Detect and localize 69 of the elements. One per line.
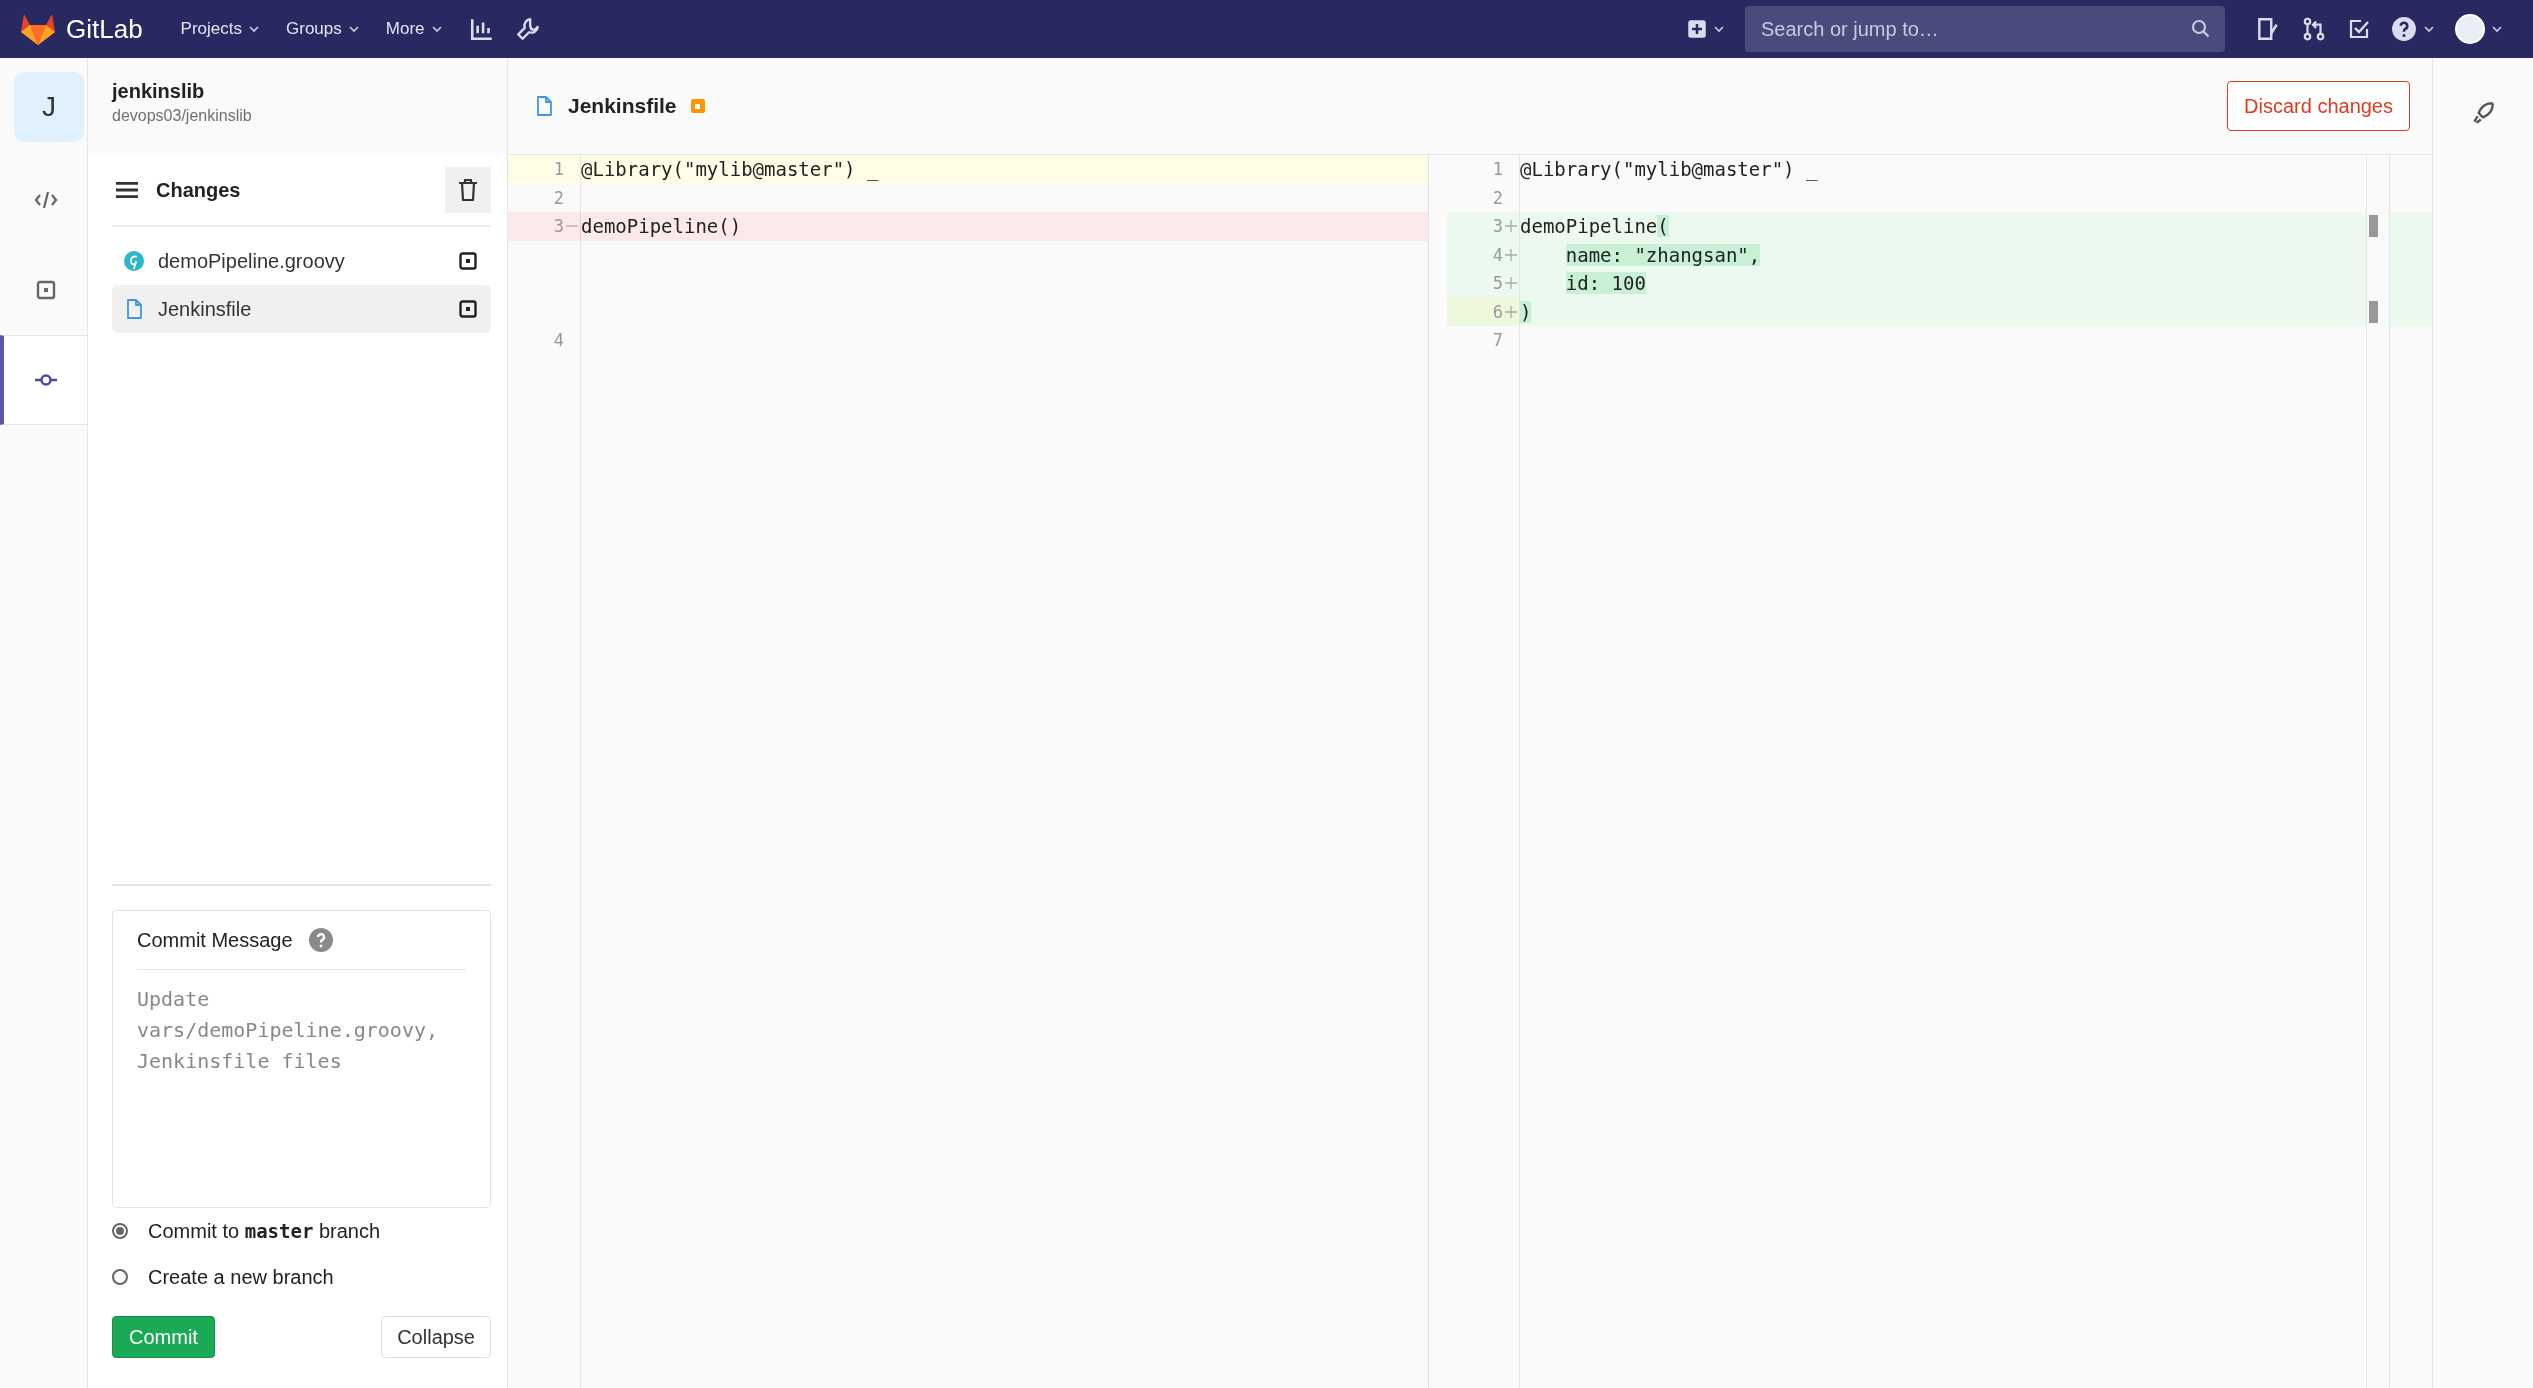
change-marker <box>2369 215 2378 237</box>
line-number: 4 <box>553 330 564 351</box>
line-number: 7 <box>1492 330 1503 351</box>
file-item[interactable]: demoPipeline.groovy <box>112 237 491 285</box>
code-line: demoPipeline( <box>1520 215 1669 238</box>
commit-message-field[interactable]: Update vars/demoPipeline.groovy, Jenkinsfile files <box>137 970 466 1207</box>
caret-icon <box>1713 23 1725 35</box>
nav-menu[interactable]: Projects <box>170 11 271 47</box>
project-name[interactable]: jenkinslib <box>112 80 507 103</box>
panel-title: Changes <box>156 178 242 202</box>
project-path: devops03/jenkinslib <box>112 107 253 125</box>
change-marker <box>2369 300 2378 323</box>
plus-icon <box>1505 305 1517 318</box>
line-number: 3 <box>1492 216 1503 237</box>
caret-icon <box>2423 23 2435 35</box>
line-number: 6 <box>1492 301 1503 322</box>
radio-label[interactable]: Commit to master branch <box>148 1219 381 1243</box>
plus-icon <box>1505 277 1517 290</box>
avatar <box>2455 14 2485 44</box>
document-pencil-icon <box>2255 16 2281 42</box>
file-title: Jenkinsfile <box>568 94 677 118</box>
line-number: 1 <box>1492 159 1503 180</box>
commit-message-box[interactable]: Commit Message Update vars/demoPipeline.groovy, Jenkinsfile files <box>112 910 491 1208</box>
help-icon[interactable] <box>308 928 333 952</box>
search-input[interactable]: Search or jump to… <box>1759 16 2191 42</box>
trash-icon <box>458 179 478 201</box>
help-icon <box>2391 16 2417 42</box>
plus-icon <box>1505 248 1517 261</box>
logo-icon[interactable] <box>20 12 56 46</box>
line-number: 2 <box>553 187 564 208</box>
radio-label[interactable]: Create a new branch <box>148 1265 334 1289</box>
nav-menu[interactable]: More <box>375 11 453 47</box>
code-line: @Library("mylib@master") _ <box>1520 158 1818 181</box>
discard-all-button[interactable] <box>445 167 491 213</box>
line-number: 1 <box>553 159 564 180</box>
chart-icon <box>468 16 495 42</box>
radio-button[interactable] <box>112 1269 128 1285</box>
caret-icon <box>2491 23 2503 35</box>
search-icon <box>2191 19 2211 39</box>
caret-icon <box>347 23 360 35</box>
file-icon <box>534 96 554 116</box>
code-line: @Library("mylib@master") _ <box>581 158 879 181</box>
merge-request-icon <box>2301 16 2327 42</box>
unstage-icon[interactable] <box>459 252 477 270</box>
code-line: demoPipeline() <box>581 215 742 238</box>
caret-icon <box>430 23 443 35</box>
caret-icon <box>248 23 261 35</box>
file-icon <box>124 299 144 319</box>
field-label: Commit Message <box>137 928 293 952</box>
menu-icon[interactable] <box>116 181 138 199</box>
brand-name[interactable]: GitLab <box>66 13 143 45</box>
collapse-button[interactable]: Collapse <box>381 1316 491 1358</box>
unstage-icon[interactable] <box>459 300 477 318</box>
plus-icon <box>1505 220 1517 233</box>
groovy-icon <box>124 251 144 271</box>
discard-button[interactable]: Discard changes <box>2227 81 2410 131</box>
project-avatar[interactable]: J <box>14 72 84 142</box>
line-number: 4 <box>1492 244 1503 265</box>
plus-square-icon <box>1687 19 1707 39</box>
file-item[interactable]: Jenkinsfile <box>112 285 491 333</box>
checkbox-icon <box>2347 17 2371 41</box>
line-number: 3 <box>553 216 564 237</box>
wrench-icon <box>514 16 541 42</box>
line-number: 2 <box>1492 187 1503 208</box>
sidebar-tab[interactable] <box>0 335 87 425</box>
search-field[interactable]: Search or jump to… <box>1745 6 2225 52</box>
radio-button[interactable] <box>112 1223 128 1239</box>
nav-menu[interactable]: Groups <box>276 11 370 47</box>
line-number: 5 <box>1492 273 1503 294</box>
